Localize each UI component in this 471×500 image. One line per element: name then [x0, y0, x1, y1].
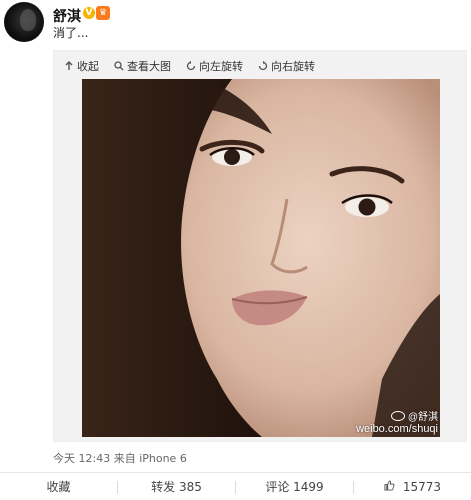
view-large-label: 查看大图: [127, 60, 171, 73]
collapse-button[interactable]: 收起: [64, 58, 99, 74]
post-text: 消了...: [53, 26, 89, 40]
magnifier-icon: [114, 61, 124, 71]
watermark-handle: @舒淇: [407, 412, 438, 423]
avatar[interactable]: [4, 2, 44, 42]
rotate-left-label: 向左旋转: [199, 60, 243, 73]
thumbs-up-icon: [384, 474, 395, 500]
portrait-illustration: [82, 79, 440, 437]
repost-label: 转发 385: [151, 480, 202, 494]
like-count: 15773: [402, 480, 441, 494]
repost-button[interactable]: 转发 385: [118, 473, 235, 500]
photo-watermark: @舒淇 weibo.com/shuqi: [356, 408, 438, 435]
comment-button[interactable]: 评论 1499: [236, 473, 353, 500]
rotate-left-button[interactable]: 向左旋转: [186, 58, 243, 74]
verified-badge-icon[interactable]: V: [83, 7, 95, 19]
rotate-left-icon: [186, 61, 196, 71]
view-large-button[interactable]: 查看大图: [114, 58, 171, 74]
comment-label: 评论 1499: [265, 480, 324, 494]
collapse-label: 收起: [77, 60, 99, 73]
arrow-up-icon: [64, 61, 74, 71]
favorite-label: 收藏: [46, 480, 71, 494]
rotate-right-icon: [258, 61, 268, 71]
watermark-url: weibo.com/shuqi: [356, 423, 438, 435]
weibo-logo-icon: [390, 410, 405, 421]
post-photo[interactable]: @舒淇 weibo.com/shuqi: [82, 79, 440, 437]
post-header: 舒淇 V ♛ 消了...: [0, 0, 471, 48]
post-meta-time-source[interactable]: 今天 12:43 来自 iPhone 6: [53, 450, 187, 466]
media-toolbar: 收起 查看大图 向左旋转 向右旋转: [54, 51, 466, 77]
post-action-bar: 收藏 转发 385 评论 1499 15773: [0, 472, 471, 500]
crown-badge-icon[interactable]: ♛: [96, 6, 110, 20]
rotate-right-label: 向右旋转: [271, 60, 315, 73]
rotate-right-button[interactable]: 向右旋转: [258, 58, 315, 74]
like-button[interactable]: 15773: [354, 473, 471, 500]
username-link[interactable]: 舒淇: [53, 6, 81, 26]
favorite-button[interactable]: 收藏: [0, 473, 117, 500]
media-expanded-box: 收起 查看大图 向左旋转 向右旋转 @舒淇 weibo.com/shuqi: [53, 50, 467, 442]
